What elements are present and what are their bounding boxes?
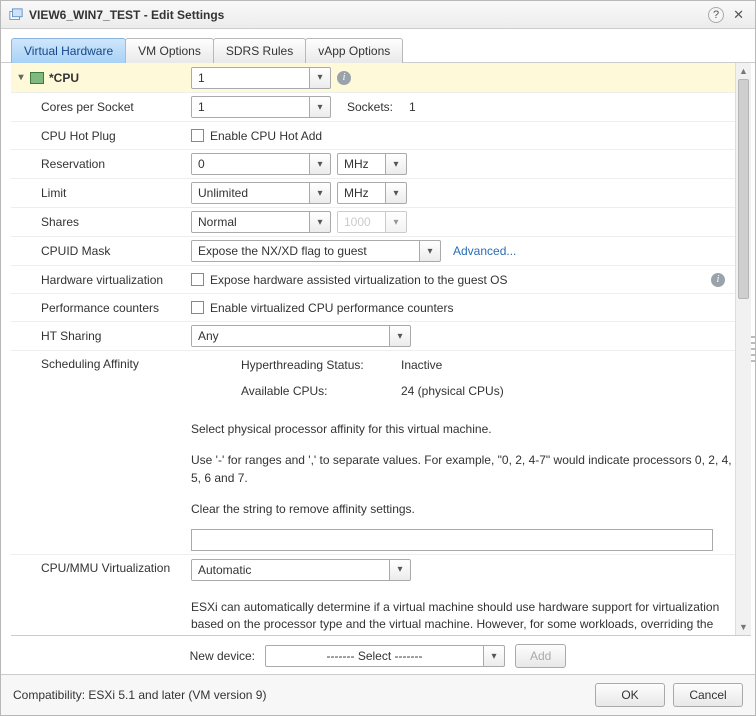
- htstatus-value: Inactive: [401, 358, 442, 372]
- cpuid-advanced-link[interactable]: Advanced...: [453, 244, 516, 258]
- cpu-device-icon: [30, 72, 44, 84]
- hotplug-label: CPU Hot Plug: [11, 129, 191, 143]
- shares-select[interactable]: Normal: [191, 211, 331, 233]
- scroll-thumb[interactable]: [738, 79, 749, 299]
- new-device-row: New device: ------- Select ------- Add: [1, 636, 755, 674]
- collapse-icon[interactable]: ▾: [15, 72, 27, 83]
- info-icon[interactable]: i: [711, 273, 725, 287]
- new-device-select[interactable]: ------- Select -------: [265, 645, 505, 667]
- add-button[interactable]: Add: [515, 644, 566, 668]
- new-device-label: New device:: [190, 649, 255, 663]
- perf-checkbox[interactable]: Enable virtualized CPU performance count…: [191, 301, 453, 315]
- shares-value-select: 1000: [337, 211, 407, 233]
- tab-vapp-options[interactable]: vApp Options: [305, 38, 403, 63]
- limit-select[interactable]: Unlimited: [191, 182, 331, 204]
- htstatus-label: Hyperthreading Status:: [241, 358, 401, 372]
- hwvirt-label: Hardware virtualization: [11, 273, 191, 287]
- tab-virtual-hardware[interactable]: Virtual Hardware: [11, 38, 126, 63]
- cpu-label: *CPU: [49, 71, 79, 85]
- cores-select[interactable]: 1: [191, 96, 331, 118]
- hwvirt-checkbox[interactable]: Expose hardware assisted virtualization …: [191, 273, 508, 287]
- reservation-label: Reservation: [11, 157, 191, 171]
- mmu-help1: ESXi can automatically determine if a vi…: [191, 595, 743, 635]
- shares-label: Shares: [11, 215, 191, 229]
- availcpu-value: 24 (physical CPUs): [401, 384, 504, 398]
- sched-help2: Use '-' for ranges and ',' to separate v…: [191, 448, 743, 491]
- settings-panel: ▾ *CPU 1 i Cores per Socket: [11, 63, 751, 635]
- vm-stack-icon: [9, 8, 23, 22]
- sched-help3: Clear the string to remove affinity sett…: [191, 497, 743, 522]
- sched-help1: Select physical processor affinity for t…: [191, 417, 743, 442]
- sockets-label: Sockets:: [347, 100, 393, 114]
- scroll-up-icon[interactable]: ▲: [736, 63, 751, 79]
- cpuid-select[interactable]: Expose the NX/XD flag to guest: [191, 240, 441, 262]
- reservation-unit-select[interactable]: MHz: [337, 153, 407, 175]
- perf-label: Performance counters: [11, 301, 191, 315]
- mmu-label: CPU/MMU Virtualization: [11, 555, 191, 577]
- htsharing-label: HT Sharing: [11, 329, 191, 343]
- cpuid-label: CPUID Mask: [11, 244, 191, 258]
- affinity-input[interactable]: [191, 529, 713, 551]
- titlebar: VIEW6_WIN7_TEST - Edit Settings ? ✕: [1, 1, 755, 29]
- limit-unit-select[interactable]: MHz: [337, 182, 407, 204]
- ok-button[interactable]: OK: [595, 683, 665, 707]
- cancel-button[interactable]: Cancel: [673, 683, 743, 707]
- cores-label: Cores per Socket: [11, 100, 191, 114]
- htsharing-select[interactable]: Any: [191, 325, 411, 347]
- tab-vm-options[interactable]: VM Options: [125, 38, 214, 63]
- tabbar: Virtual Hardware VM Options SDRS Rules v…: [1, 29, 755, 63]
- reservation-select[interactable]: 0: [191, 153, 331, 175]
- compatibility-text: Compatibility: ESXi 5.1 and later (VM ve…: [13, 688, 595, 702]
- scrollbar[interactable]: ▲ ▼: [735, 63, 751, 635]
- limit-label: Limit: [11, 186, 191, 200]
- window-title: VIEW6_WIN7_TEST - Edit Settings: [29, 8, 224, 22]
- scroll-down-icon[interactable]: ▼: [736, 619, 751, 635]
- availcpu-label: Available CPUs:: [241, 384, 401, 398]
- sched-label: Scheduling Affinity: [11, 351, 191, 371]
- footer: Compatibility: ESXi 5.1 and later (VM ve…: [1, 674, 755, 715]
- tab-sdrs-rules[interactable]: SDRS Rules: [213, 38, 306, 63]
- info-icon[interactable]: i: [337, 71, 351, 85]
- hotplug-checkbox[interactable]: Enable CPU Hot Add: [191, 129, 322, 143]
- cpu-count-select[interactable]: 1: [191, 67, 331, 89]
- sockets-value: 1: [409, 100, 416, 114]
- close-icon[interactable]: ✕: [730, 7, 747, 23]
- help-icon[interactable]: ?: [708, 7, 724, 23]
- mmu-select[interactable]: Automatic: [191, 559, 411, 581]
